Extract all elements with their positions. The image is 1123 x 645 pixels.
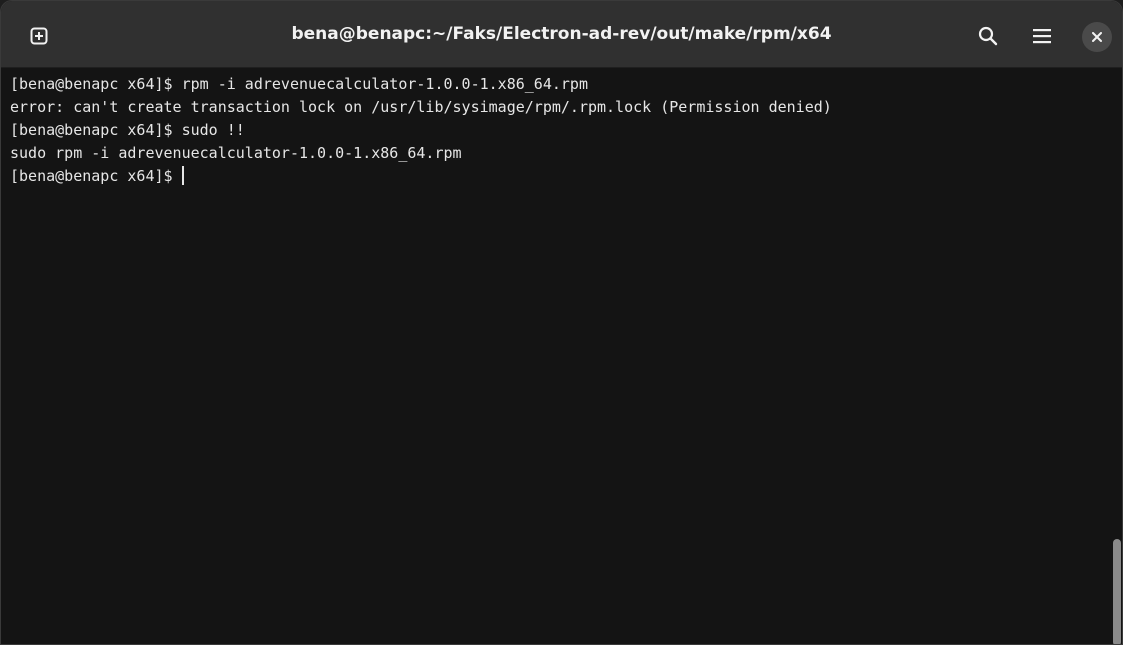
- close-icon: [1092, 32, 1102, 42]
- search-icon: [978, 26, 998, 46]
- terminal-prompt-line[interactable]: [bena@benapc x64]$: [10, 165, 1110, 188]
- prompt-text: [bena@benapc x64]$: [10, 167, 173, 185]
- close-button[interactable]: [1082, 22, 1112, 52]
- terminal-output[interactable]: [bena@benapc x64]$ rpm -i adrevenuecalcu…: [1, 68, 1110, 644]
- text-cursor: [181, 166, 184, 185]
- terminal-window: bena@benapc:~/Faks/Electron-ad-rev/out/m…: [0, 0, 1123, 645]
- vertical-scrollbar[interactable]: [1110, 68, 1122, 644]
- terminal-line: sudo rpm -i adrevenuecalculator-1.0.0-1.…: [10, 144, 462, 162]
- titlebar[interactable]: bena@benapc:~/Faks/Electron-ad-rev/out/m…: [1, 1, 1122, 68]
- menu-button[interactable]: [1025, 19, 1059, 53]
- hamburger-menu-icon: [1033, 29, 1051, 44]
- window-title: bena@benapc:~/Faks/Electron-ad-rev/out/m…: [291, 24, 832, 44]
- terminal-line-error: error: can't create transaction lock on …: [10, 98, 832, 116]
- new-tab-button[interactable]: [22, 19, 56, 53]
- new-tab-icon: [30, 27, 48, 45]
- terminal-line: [bena@benapc x64]$ rpm -i adrevenuecalcu…: [10, 75, 588, 93]
- scrollbar-thumb[interactable]: [1113, 539, 1121, 644]
- terminal-line: [bena@benapc x64]$ sudo !!: [10, 121, 245, 139]
- search-button[interactable]: [971, 19, 1005, 53]
